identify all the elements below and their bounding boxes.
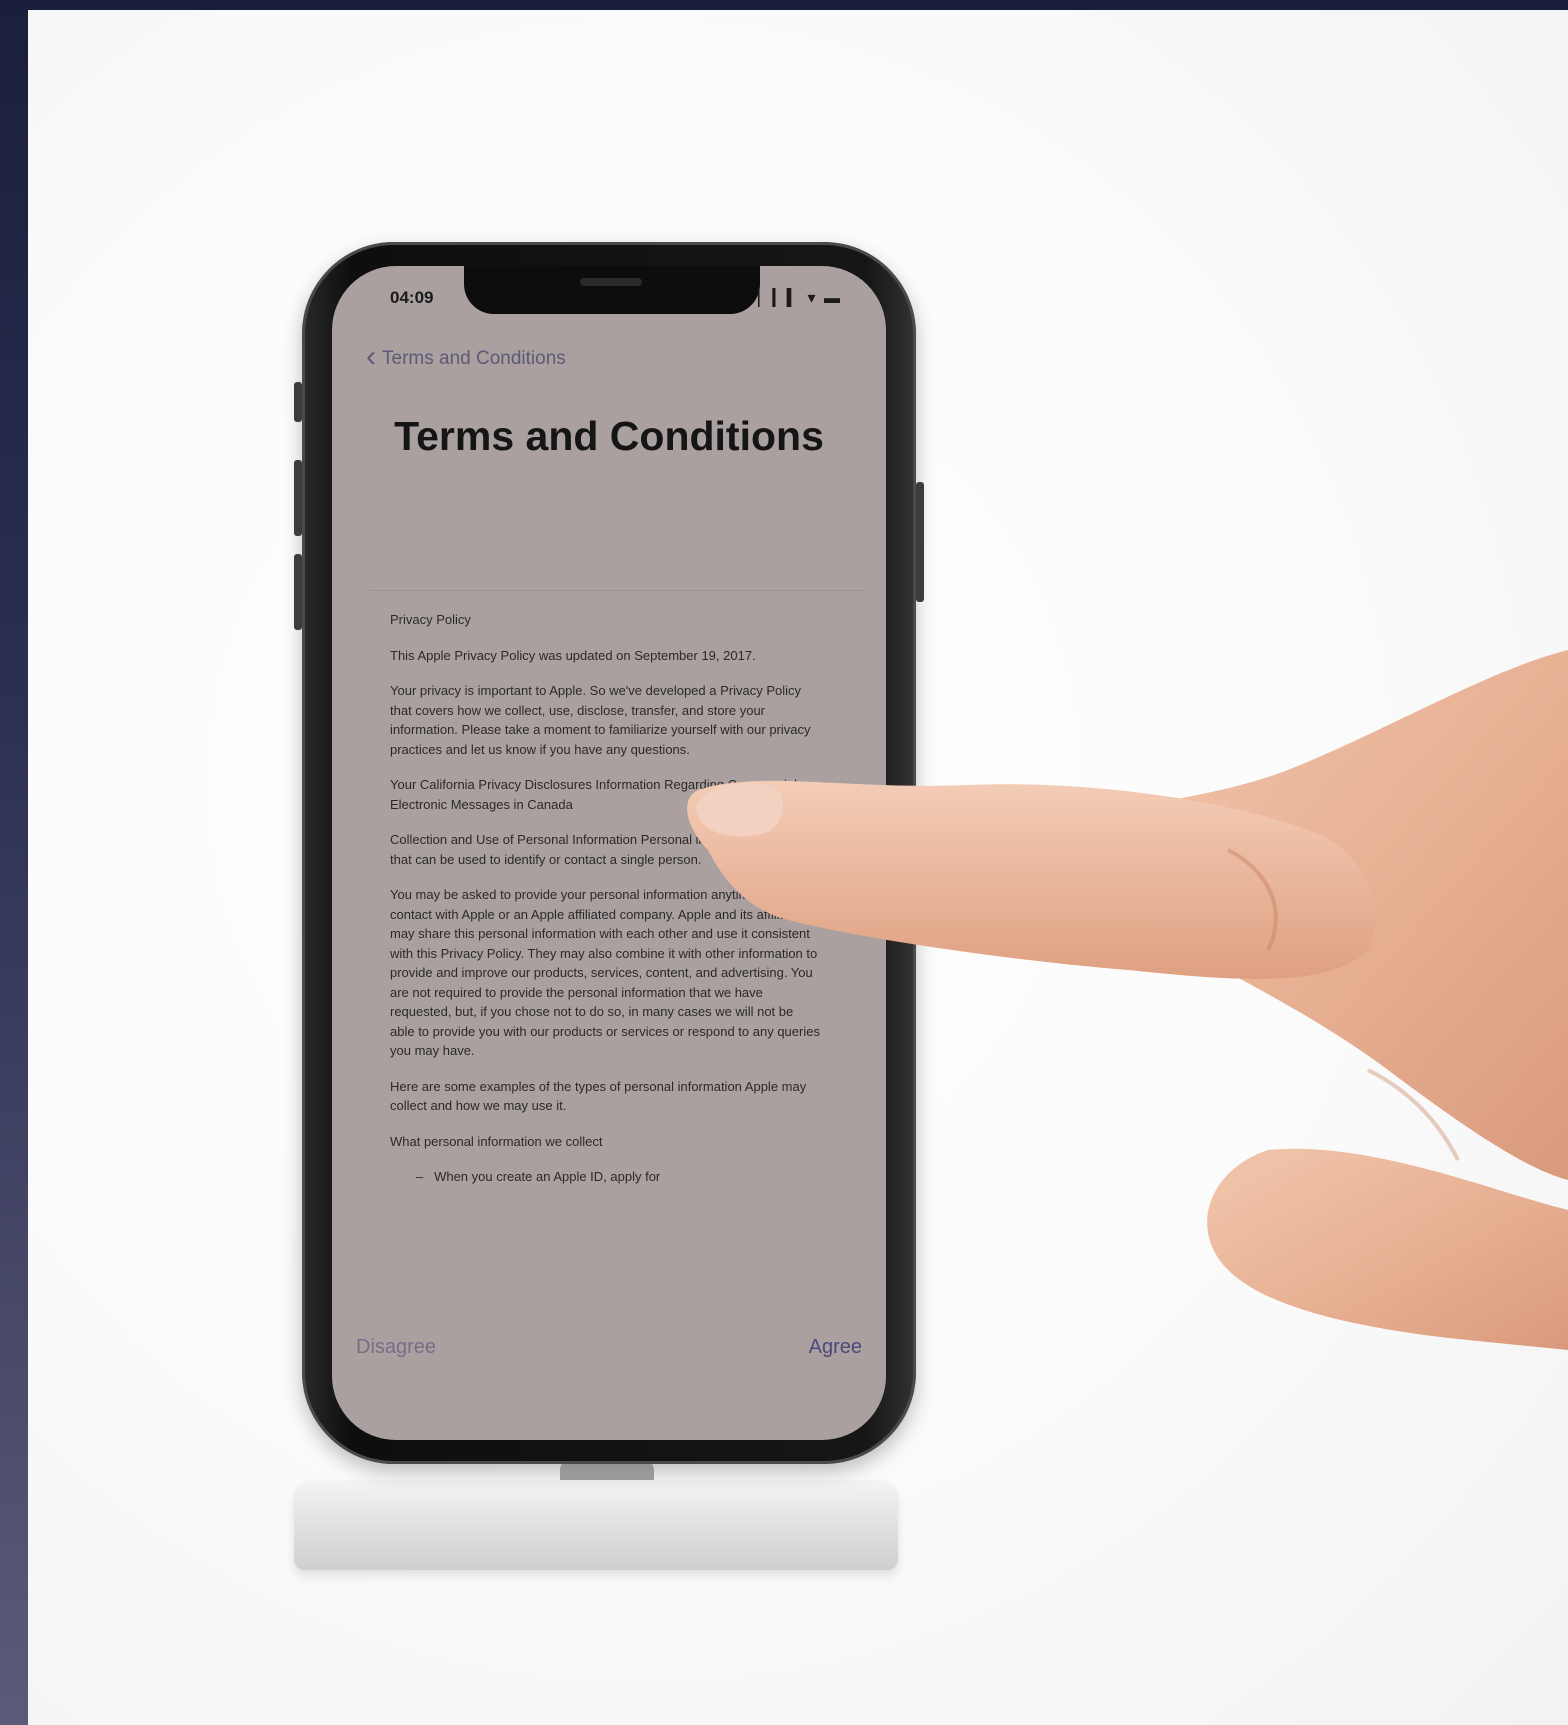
page-title: Terms and Conditions [394, 413, 824, 459]
volume-down-button [294, 554, 302, 630]
volume-up-button [294, 460, 302, 536]
document-bullet-text: When you create an Apple ID, apply for [434, 1169, 661, 1184]
side-button [916, 482, 924, 602]
photo-background: 04:09 ▏▎▍ ▾ ▬ ‹ Terms and Conditions Ter… [28, 10, 1568, 1725]
status-time: 04:09 [390, 288, 434, 307]
document-paragraph: Privacy Policy [390, 612, 471, 627]
signal-wifi-battery-icon: ▏▎▍ ▾ ▬ [758, 290, 842, 307]
back-button-label: Terms and Conditions [382, 348, 566, 369]
chevron-left-icon: ‹ [366, 340, 376, 373]
notch [464, 266, 760, 314]
divider [370, 590, 864, 591]
back-button[interactable]: ‹ Terms and Conditions [366, 340, 566, 373]
pointing-hand [687, 650, 1568, 1350]
mute-switch [294, 382, 302, 422]
speaker-grille [580, 278, 642, 286]
disagree-button[interactable]: Disagree [356, 1336, 436, 1359]
